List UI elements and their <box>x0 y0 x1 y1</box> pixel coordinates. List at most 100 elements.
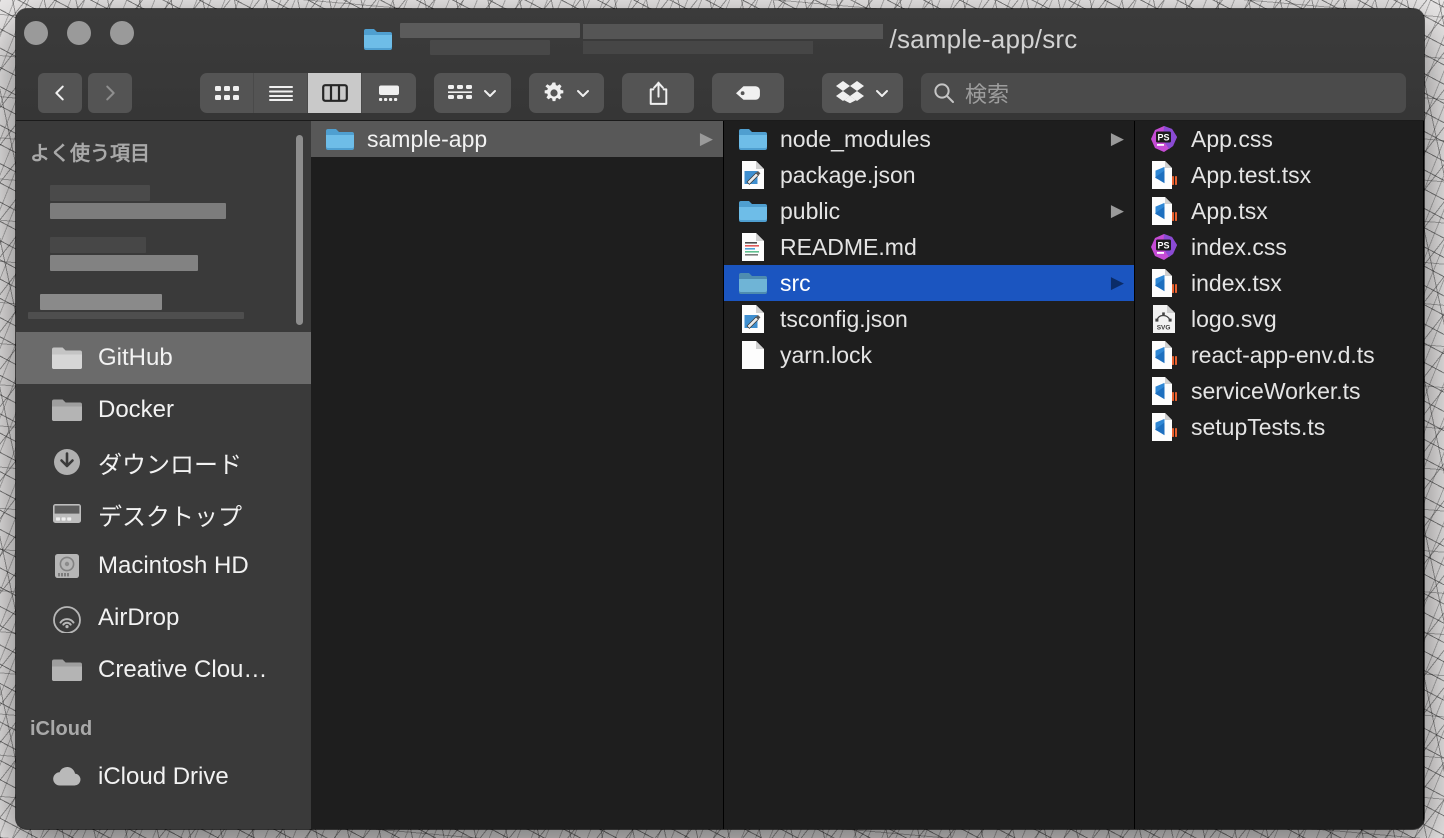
sidebar-item-label: iCloud Drive <box>98 763 229 790</box>
sidebar-item-downloads[interactable]: ダウンロード <box>16 436 311 488</box>
phpstorm-css-icon: PS <box>1149 124 1179 154</box>
column-2[interactable]: node_modules ▶ package.json public ▶ REA… <box>724 121 1135 829</box>
forward-button[interactable] <box>88 73 132 113</box>
sidebar-item-label: AirDrop <box>98 604 180 631</box>
view-mode-group <box>200 73 416 113</box>
sidebar-scrollbar[interactable] <box>296 135 303 325</box>
file-name: yarn.lock <box>780 341 873 368</box>
nav-buttons <box>38 73 132 113</box>
gear-icon <box>544 82 564 102</box>
column-item-app-css[interactable]: PS App.css <box>1135 121 1423 157</box>
sidebar-item-icloud-drive[interactable]: iCloud Drive <box>16 751 311 803</box>
column-item-yarn-lock[interactable]: yarn.lock <box>724 337 1134 373</box>
file-name: tsconfig.json <box>780 305 908 332</box>
redacted-label <box>50 185 226 219</box>
sidebar-section-header-icloud: iCloud <box>30 718 93 740</box>
sidebar-item-github[interactable]: GitHub <box>16 332 311 384</box>
sidebar-item-label: Creative Clou… <box>98 656 268 683</box>
column-item-index-tsx[interactable]: index.tsx <box>1135 265 1423 301</box>
column-3[interactable]: PS App.css App.test.tsx App.tsx PS index… <box>1135 121 1424 829</box>
gallery-view-button[interactable] <box>362 73 416 113</box>
chevron-down-icon <box>577 90 589 97</box>
redacted-label <box>50 237 198 271</box>
file-name: index.css <box>1191 233 1287 260</box>
svg-icon: SVG <box>1149 304 1179 334</box>
folder-icon <box>738 268 768 298</box>
search-field[interactable]: 検索 <box>921 73 1406 113</box>
column-item-react-app-env-d-ts[interactable]: react-app-env.d.ts <box>1135 337 1423 373</box>
list-view-button[interactable] <box>254 73 308 113</box>
file-name: index.tsx <box>1191 269 1282 296</box>
vscode-icon <box>1149 376 1179 406</box>
column-item-src[interactable]: src ▶ <box>724 265 1134 301</box>
sidebar-item-docker[interactable]: Docker <box>16 384 311 436</box>
sidebar-item-creative-cloud[interactable]: Creative Clou… <box>16 644 311 696</box>
sidebar-item-label: ダウンロード <box>98 451 242 479</box>
search-icon <box>934 83 954 103</box>
folder-icon <box>50 655 84 685</box>
sidebar-item-airdrop[interactable]: AirDrop <box>16 592 311 644</box>
column-browser: sample-app ▶ node_modules ▶ package.json… <box>311 121 1424 829</box>
column-item-serviceworker-ts[interactable]: serviceWorker.ts <box>1135 373 1423 409</box>
column-item-sample-app[interactable]: sample-app ▶ <box>311 121 723 157</box>
folder-icon <box>738 196 768 226</box>
disclosure-arrow-icon: ▶ <box>1110 201 1124 220</box>
airdrop-icon <box>50 603 84 633</box>
file-name: App.test.tsx <box>1191 161 1312 188</box>
tag-button[interactable] <box>712 73 784 113</box>
downloads-icon <box>50 447 84 477</box>
vscode-icon <box>1149 340 1179 370</box>
plain-doc-icon <box>738 340 768 370</box>
vscode-icon <box>1149 160 1179 190</box>
finder-toolbar: 検索 <box>16 67 1424 119</box>
folder-icon <box>50 343 84 373</box>
column-item-tsconfig-json[interactable]: tsconfig.json <box>724 301 1134 337</box>
dropbox-button[interactable] <box>822 73 903 113</box>
sidebar-item-desktop[interactable]: デスクトップ <box>16 488 311 540</box>
folder-icon <box>50 395 84 425</box>
folder-icon <box>738 124 768 154</box>
title-redacted-path <box>399 23 580 55</box>
dropbox-icon <box>836 81 864 104</box>
disclosure-arrow-icon: ▶ <box>699 129 713 148</box>
back-button[interactable] <box>38 73 82 113</box>
column-item-public[interactable]: public ▶ <box>724 193 1134 229</box>
grid-lines-icon <box>448 85 472 99</box>
column-item-node-modules[interactable]: node_modules ▶ <box>724 121 1134 157</box>
title-path-text: /sample-app/src <box>889 23 1078 54</box>
markdown-icon <box>738 232 768 262</box>
column-item-readme-md[interactable]: README.md <box>724 229 1134 265</box>
sidebar-item-macintosh-hd[interactable]: Macintosh HD <box>16 540 311 592</box>
sidebar-item-redacted-2[interactable] <box>16 228 311 280</box>
desktop-icon <box>50 499 84 529</box>
svg-text:PS: PS <box>1157 240 1169 250</box>
column-item-app-tsx[interactable]: App.tsx <box>1135 193 1423 229</box>
column-item-app-test-tsx[interactable]: App.test.tsx <box>1135 157 1423 193</box>
column-item-setuptests-ts[interactable]: setupTests.ts <box>1135 409 1423 445</box>
column-view-button[interactable] <box>308 73 362 113</box>
column-1[interactable]: sample-app ▶ <box>311 121 724 829</box>
column-item-logo-svg[interactable]: SVG logo.svg <box>1135 301 1423 337</box>
folder-icon <box>363 27 393 51</box>
group-by-button[interactable] <box>434 73 511 113</box>
finder-sidebar[interactable]: よく使う項目 GitHub Docker ダウンロード デスクトップ Macin… <box>16 121 311 829</box>
sidebar-item-redacted-1[interactable] <box>16 176 311 228</box>
phpstorm-css-icon: PS <box>1149 232 1179 262</box>
column-item-index-css[interactable]: PS index.css <box>1135 229 1423 265</box>
sidebar-item-label: GitHub <box>98 344 173 371</box>
file-name: README.md <box>780 233 917 260</box>
window-title: /sample-app/src <box>16 19 1424 59</box>
column-item-package-json[interactable]: package.json <box>724 157 1134 193</box>
window-titlebar: /sample-app/src 検索 <box>16 9 1424 121</box>
file-name: setupTests.ts <box>1191 413 1326 440</box>
share-button[interactable] <box>622 73 694 113</box>
file-name: package.json <box>780 161 916 188</box>
title-redacted-path-2 <box>582 24 883 54</box>
action-menu-button[interactable] <box>529 73 604 113</box>
file-name: App.tsx <box>1191 197 1268 224</box>
icon-view-button[interactable] <box>200 73 254 113</box>
sidebar-item-redacted-3[interactable] <box>16 280 311 332</box>
sidebar-item-label: Docker <box>98 396 175 423</box>
cloud-icon <box>50 762 84 792</box>
file-name: src <box>780 269 811 296</box>
